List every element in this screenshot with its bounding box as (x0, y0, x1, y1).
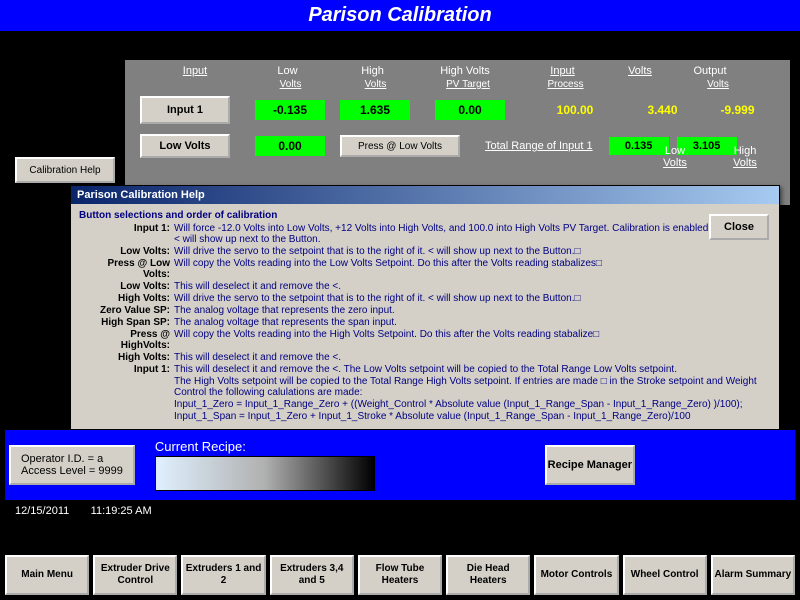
total-range-label: Total Range of Input 1 (485, 140, 593, 152)
help-text-8: This will deselect it and remove the <. (174, 352, 771, 363)
help-tail-3: Input_1_Span = Input_1_Zero + Input_1_St… (174, 411, 771, 422)
low-volts-button[interactable]: Low Volts (140, 134, 230, 158)
hdr-input-process: Input (525, 65, 600, 77)
help-text-3: This will deselect it and remove the <. (174, 281, 771, 292)
operator-box: Operator I.D. = a Access Level = 9999 (9, 445, 135, 485)
hdr-high-volts[interactable]: Volts (338, 79, 413, 90)
help-header: Button selections and order of calibrati… (79, 210, 771, 221)
time: 11:19:25 AM (91, 505, 152, 517)
help-text-2: Will copy the Volts reading into the Low… (174, 258, 771, 280)
lh-low: Low (640, 145, 710, 157)
help-label-9: Input 1: (79, 364, 174, 375)
nav-alarm-summary[interactable]: Alarm Summary (711, 555, 795, 595)
lh-low-volts[interactable]: Volts (640, 157, 710, 169)
pv-target-value: 0.00 (435, 100, 505, 120)
press-low-volts-button[interactable]: Press @ Low Volts (340, 135, 460, 157)
help-dialog-title: Parison Calibration Help (71, 186, 779, 204)
nav-bar: Main MenuExtruder Drive ControlExtruders… (5, 555, 795, 595)
help-text-0: Will force -12.0 Volts into Low Volts, +… (174, 223, 771, 245)
recipe-label: Current Recipe: (155, 439, 375, 454)
help-label-2: Press @ Low Volts: (79, 258, 174, 280)
low-high-header: Low Volts High Volts (640, 145, 780, 169)
hdr-output: Output (675, 65, 745, 77)
low-volts-sp-value: 0.00 (255, 136, 325, 156)
operator-id: Operator I.D. = a (21, 453, 123, 465)
help-tail-1: The High Volts setpoint will be copied t… (174, 376, 771, 398)
page-title: Parison Calibration (0, 0, 800, 31)
low-volts-value: -0.135 (255, 100, 325, 120)
help-label-1: Low Volts: (79, 246, 174, 257)
volts-value: 3.440 (635, 103, 690, 117)
process-value: 100.00 (545, 103, 605, 117)
help-text-5: The analog voltage that represents the z… (174, 305, 771, 316)
hdr-volts[interactable]: Volts (610, 65, 670, 77)
help-text-9: This will deselect it and remove the <. … (174, 364, 771, 375)
calibration-panel: Input Low High High Volts Input Volts Ou… (125, 60, 790, 205)
help-close-button[interactable]: Close (709, 214, 769, 240)
lh-high: High (710, 145, 780, 157)
help-text-4: Will drive the servo to the setpoint tha… (174, 293, 771, 304)
nav-motor-controls[interactable]: Motor Controls (534, 555, 618, 595)
help-label-5: Zero Value SP: (79, 305, 174, 316)
nav-extruders-3-4-and-5[interactable]: Extruders 3,4 and 5 (270, 555, 354, 595)
help-label-7: Press @ HighVolts: (79, 329, 174, 351)
help-label-3: Low Volts: (79, 281, 174, 292)
help-label-8: High Volts: (79, 352, 174, 363)
lh-high-volts[interactable]: Volts (710, 157, 780, 169)
help-tail-2: Input_1_Zero = Input_1_Range_Zero + ((We… (174, 399, 771, 410)
date: 12/15/2011 (15, 505, 69, 517)
recipe-manager-button[interactable]: Recipe Manager (545, 445, 635, 485)
input-1-button[interactable]: Input 1 (140, 96, 230, 124)
nav-flow-tube-heaters[interactable]: Flow Tube Heaters (358, 555, 442, 595)
help-text-6: The analog voltage that represents the s… (174, 317, 771, 328)
hdr-process[interactable]: Process (528, 79, 603, 90)
high-volts-value: 1.635 (340, 100, 410, 120)
help-label-0: Input 1: (79, 223, 174, 245)
nav-extruders-1-and-2[interactable]: Extruders 1 and 2 (181, 555, 265, 595)
help-text-1: Will drive the servo to the setpoint tha… (174, 246, 771, 257)
input-1-row: Input 1 -0.135 1.635 0.00 100.00 3.440 -… (125, 96, 790, 124)
calibration-help-button[interactable]: Calibration Help (15, 157, 115, 183)
help-label-4: High Volts: (79, 293, 174, 304)
hdr-pv-target[interactable]: PV Target (423, 79, 513, 90)
help-text-7: Will copy the Volts reading into the Hig… (174, 329, 771, 351)
hdr-input: Input (155, 65, 235, 77)
hdr-high-pv: High Volts (420, 65, 510, 77)
status-bar: Operator I.D. = a Access Level = 9999 Cu… (5, 430, 795, 500)
output-volts-value: -9.999 (710, 103, 765, 117)
hdr-low: Low (250, 65, 325, 77)
recipe-display (155, 456, 375, 491)
datetime: 12/15/2011 11:19:25 AM (15, 505, 152, 517)
nav-die-head-heaters[interactable]: Die Head Heaters (446, 555, 530, 595)
nav-wheel-control[interactable]: Wheel Control (623, 555, 707, 595)
help-label-6: High Span SP: (79, 317, 174, 328)
nav-extruder-drive-control[interactable]: Extruder Drive Control (93, 555, 177, 595)
access-level: Access Level = 9999 (21, 465, 123, 477)
hdr-out-volts[interactable]: Volts (683, 79, 753, 90)
nav-main-menu[interactable]: Main Menu (5, 555, 89, 595)
hdr-low-volts[interactable]: Volts (253, 79, 328, 90)
help-dialog: Parison Calibration Help Close Button se… (70, 185, 780, 430)
hdr-high: High (335, 65, 410, 77)
